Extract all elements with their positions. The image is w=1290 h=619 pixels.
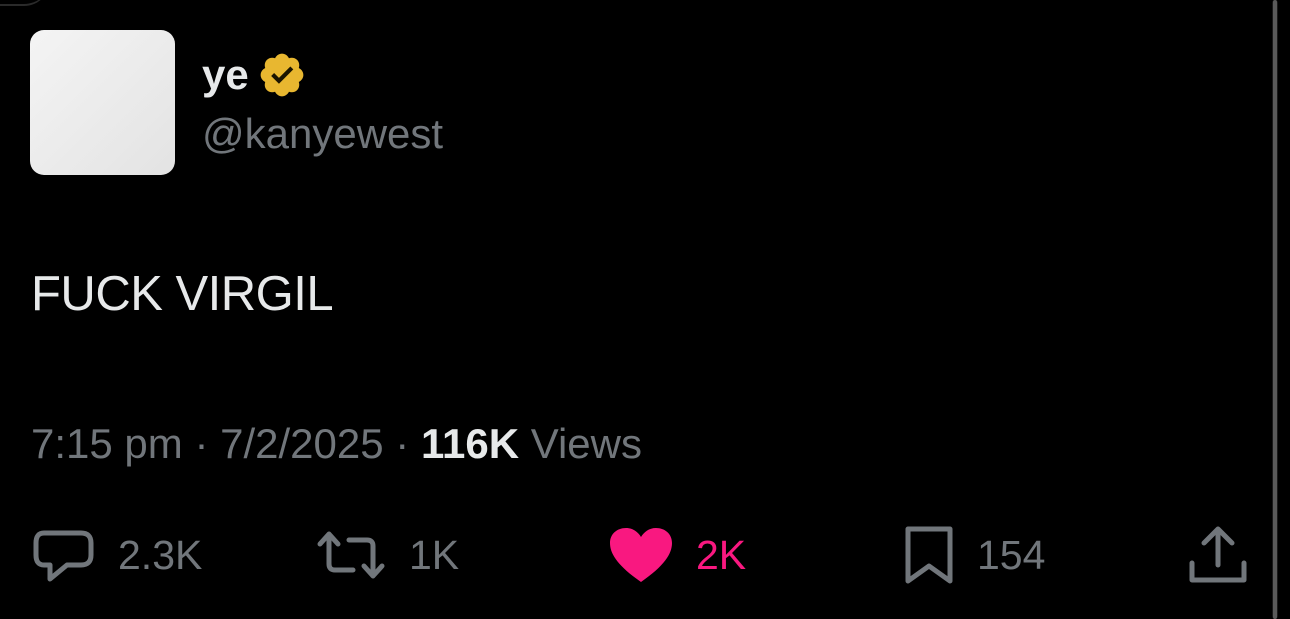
bookmark-icon <box>903 525 955 585</box>
scrollbar-thumb[interactable] <box>1273 0 1277 619</box>
reply-button[interactable]: 2.3K <box>32 524 202 586</box>
avatar[interactable] <box>30 30 175 175</box>
reply-icon <box>32 525 96 585</box>
author-name-row: ye <box>202 52 307 98</box>
repost-button[interactable]: 1K <box>315 524 459 586</box>
share-button[interactable] <box>1186 524 1250 586</box>
heart-icon <box>608 526 674 584</box>
meta-separator: · <box>194 420 209 467</box>
author-display-name[interactable]: ye <box>202 52 249 98</box>
views-count[interactable]: 116K <box>421 420 519 467</box>
tweet-text: FUCK VIRGIL <box>31 267 334 321</box>
author-handle[interactable]: @kanyewest <box>202 110 443 158</box>
top-left-corner-decoration <box>0 0 50 6</box>
tweet-date[interactable]: 7/2/2025 <box>220 420 384 467</box>
verified-badge-icon[interactable] <box>257 50 307 100</box>
like-count: 2K <box>696 531 747 578</box>
tweet-meta: 7:15 pm · 7/2/2025 · 116K Views <box>31 418 642 470</box>
reply-count: 2.3K <box>118 531 203 578</box>
like-button[interactable]: 2K <box>608 524 746 586</box>
share-icon <box>1186 525 1250 585</box>
repost-count: 1K <box>409 531 460 578</box>
views-label: Views <box>530 420 642 467</box>
bookmark-button[interactable]: 154 <box>903 524 1045 586</box>
bookmark-count: 154 <box>977 531 1046 578</box>
repost-icon <box>315 528 387 582</box>
meta-separator: · <box>395 420 410 467</box>
tweet-time[interactable]: 7:15 pm <box>31 420 183 467</box>
